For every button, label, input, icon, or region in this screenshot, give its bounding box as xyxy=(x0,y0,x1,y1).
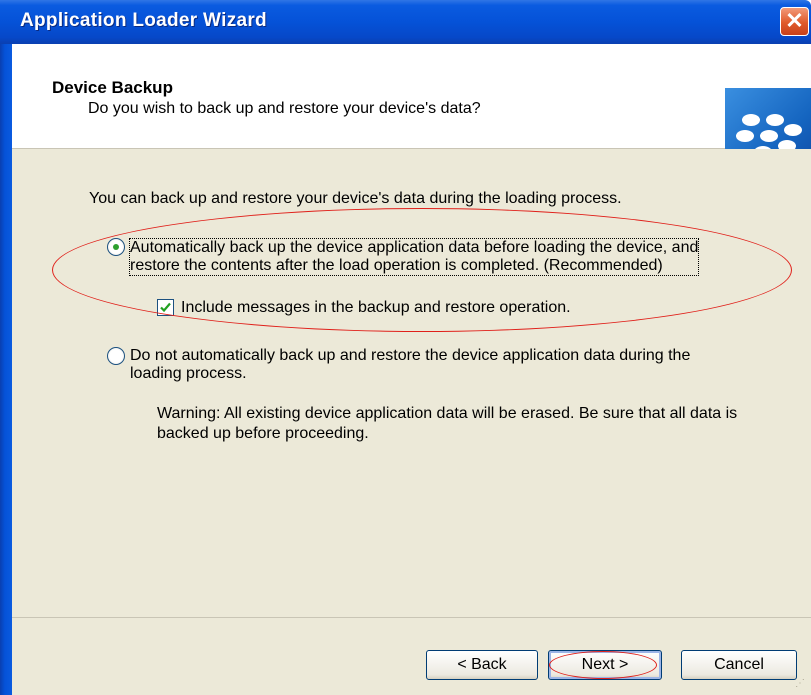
close-icon: ✕ xyxy=(785,8,804,33)
window-border xyxy=(0,44,12,695)
radio-no-backup-line2: loading process. xyxy=(130,365,247,382)
footer-divider xyxy=(12,617,811,618)
cancel-button[interactable]: Cancel xyxy=(681,650,797,680)
radio-no-backup-label[interactable]: Do not automatically back up and restore… xyxy=(130,347,690,383)
annotation-ellipse-next xyxy=(549,651,657,679)
title-bar[interactable]: Application Loader Wizard ✕ xyxy=(0,0,811,44)
window-title: Application Loader Wizard xyxy=(20,10,267,31)
radio-no-backup-line1: Do not automatically back up and restore… xyxy=(130,347,691,364)
close-button[interactable]: ✕ xyxy=(780,7,809,36)
wizard-header: Device Backup Do you wish to back up and… xyxy=(12,44,811,184)
warning-text: Warning: All existing device application… xyxy=(157,405,738,442)
annotation-ellipse-options xyxy=(52,208,792,332)
wizard-window: Application Loader Wizard ✕ Device Backu… xyxy=(0,0,811,695)
page-subtitle: Do you wish to back up and restore your … xyxy=(88,100,481,117)
intro-text: You can back up and restore your device'… xyxy=(89,190,622,207)
page-title: Device Backup xyxy=(52,78,173,97)
back-button[interactable]: < Back xyxy=(426,650,538,680)
resize-grip-icon[interactable]: ⋰ xyxy=(795,678,809,692)
radio-no-backup[interactable] xyxy=(107,347,125,365)
